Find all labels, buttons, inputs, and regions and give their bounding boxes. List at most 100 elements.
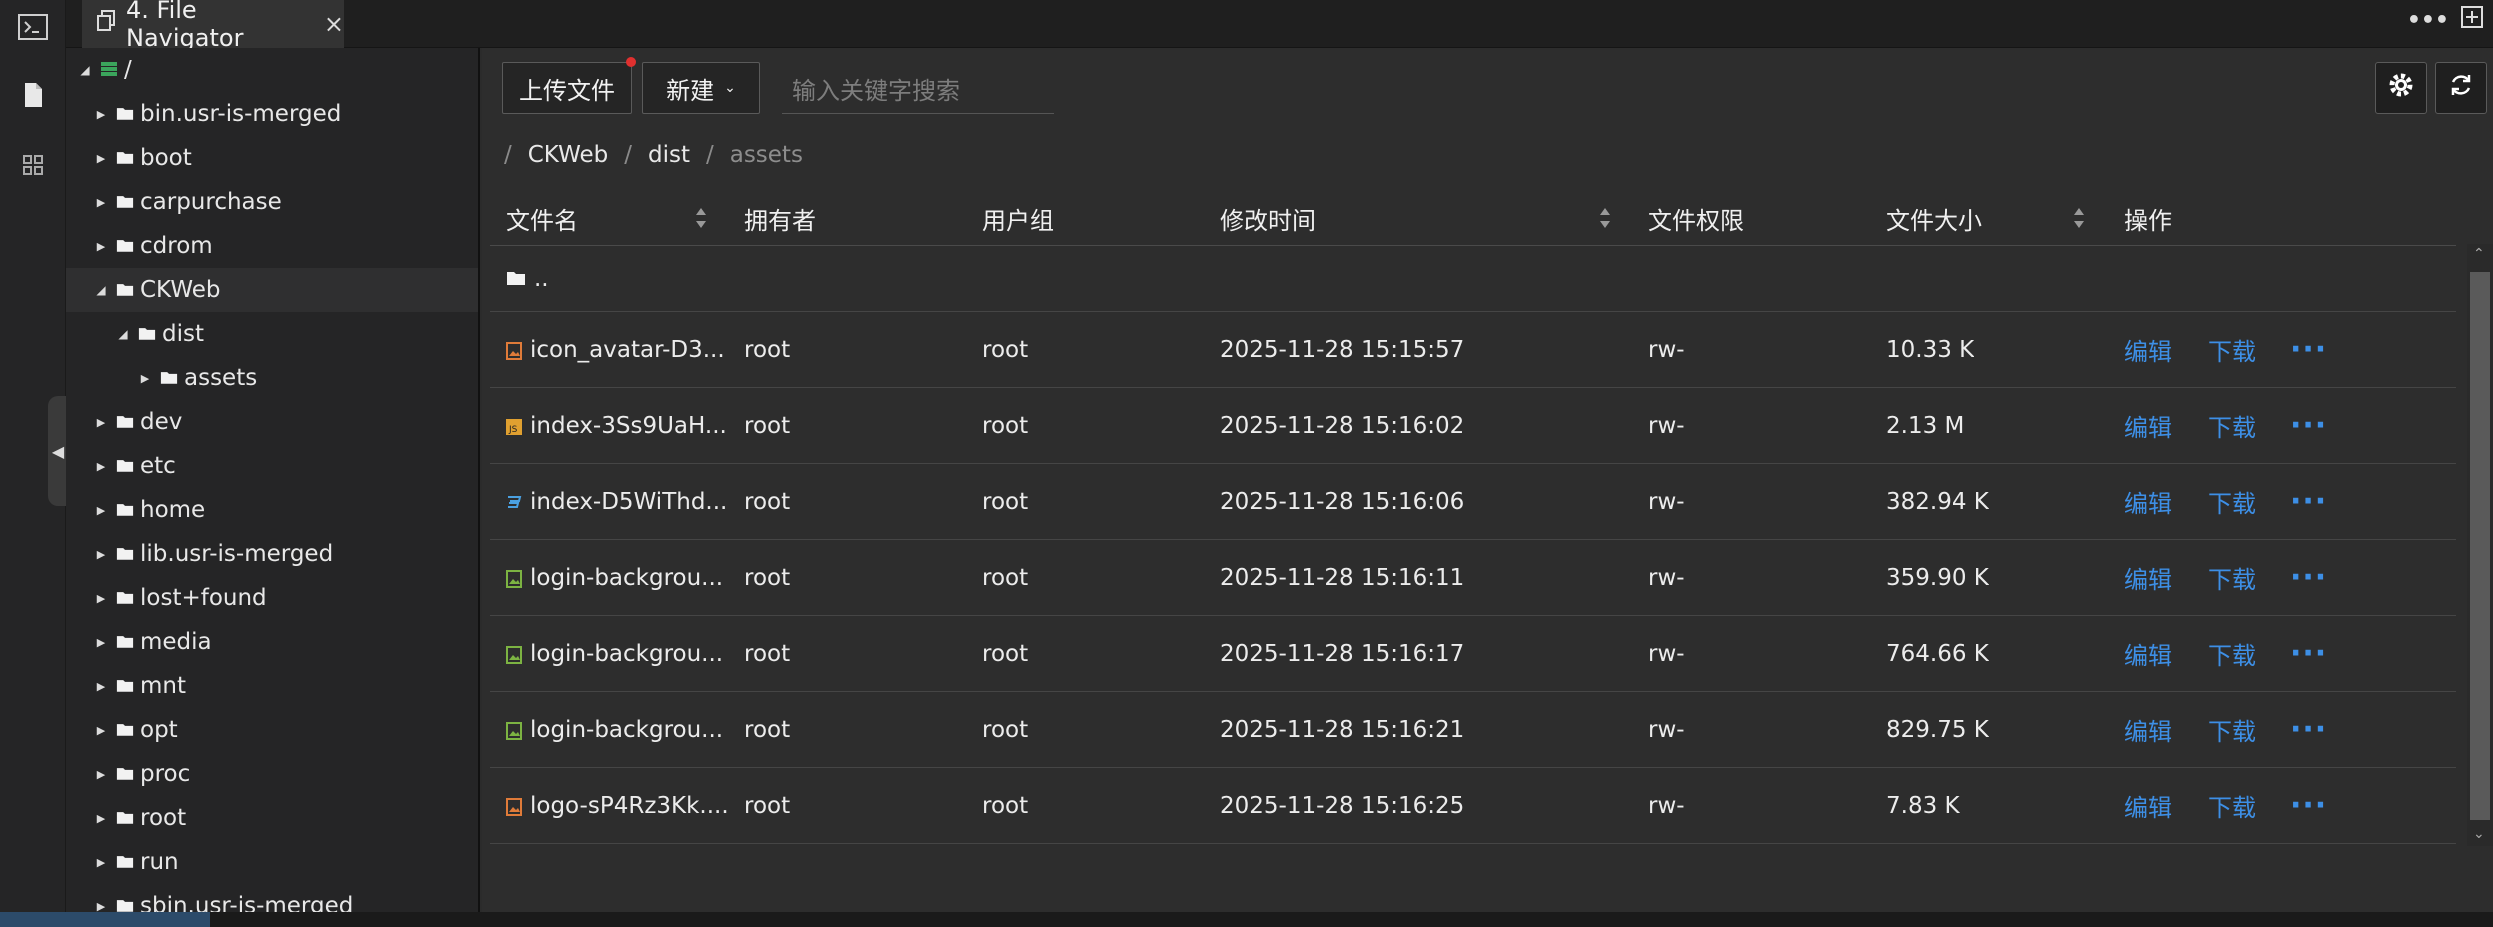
table-row[interactable]: logo-sP4Rz3Kk.... root root 2025-11-28 15:1… xyxy=(490,768,2456,844)
settings-button[interactable] xyxy=(2375,62,2427,114)
breadcrumb-item-ckweb[interactable]: CKWeb xyxy=(528,142,608,168)
edit-link[interactable]: 编辑 xyxy=(2124,312,2172,387)
more-actions-button[interactable]: ··· xyxy=(2290,768,2327,843)
add-tab-icon[interactable] xyxy=(2461,6,2483,34)
collapsed-arrow-icon[interactable]: ▶ xyxy=(92,108,110,121)
download-link[interactable]: 下载 xyxy=(2208,464,2256,539)
file-name[interactable]: login-backgrou... xyxy=(530,641,723,667)
breadcrumb-item-dist[interactable]: dist xyxy=(648,142,690,168)
collapsed-arrow-icon[interactable]: ▶ xyxy=(92,240,110,253)
download-link[interactable]: 下载 xyxy=(2208,388,2256,463)
collapsed-arrow-icon[interactable]: ▶ xyxy=(92,812,110,825)
file-name[interactable]: icon_avatar-D3... xyxy=(530,337,725,363)
scroll-down-icon[interactable]: ⌄ xyxy=(2473,826,2485,842)
download-link[interactable]: 下载 xyxy=(2208,768,2256,843)
download-link[interactable]: 下载 xyxy=(2208,616,2256,691)
tab-file-navigator[interactable]: 4. File Navigator × xyxy=(82,0,344,52)
tree-item[interactable]: ▶ proc xyxy=(66,752,478,796)
scroll-up-icon[interactable]: ⌃ xyxy=(2473,246,2485,262)
file-name[interactable]: index-3Ss9UaH... xyxy=(530,413,727,439)
more-actions-button[interactable]: ··· xyxy=(2290,464,2327,539)
column-header-name[interactable]: 文件名 xyxy=(506,190,578,246)
more-actions-button[interactable]: ··· xyxy=(2290,692,2327,767)
tree-root[interactable]: ◢ / xyxy=(66,48,478,92)
collapsed-arrow-icon[interactable]: ▶ xyxy=(92,460,110,473)
table-row[interactable]: login-backgrou... root root 2025-11-28 15:1… xyxy=(490,692,2456,768)
scrollbar-thumb[interactable] xyxy=(2470,272,2490,820)
collapsed-arrow-icon[interactable]: ▶ xyxy=(92,592,110,605)
download-link[interactable]: 下载 xyxy=(2208,692,2256,767)
edit-link[interactable]: 编辑 xyxy=(2124,540,2172,615)
collapsed-arrow-icon[interactable]: ▶ xyxy=(92,548,110,561)
tree-item[interactable]: ▶ etc xyxy=(66,444,478,488)
sort-icon[interactable] xyxy=(694,206,708,230)
table-row-parent[interactable]: .. xyxy=(490,246,2456,312)
tree-item[interactable]: ▶ cdrom xyxy=(66,224,478,268)
collapsed-arrow-icon[interactable]: ▶ xyxy=(92,196,110,209)
collapsed-arrow-icon[interactable]: ▶ xyxy=(92,856,110,869)
tree-item[interactable]: ▶ assets xyxy=(66,356,478,400)
tree-item[interactable]: ◢ dist xyxy=(66,312,478,356)
expanded-arrow-icon[interactable]: ◢ xyxy=(92,283,110,297)
column-header-size[interactable]: 文件大小 xyxy=(1886,190,1982,246)
download-link[interactable]: 下载 xyxy=(2208,540,2256,615)
search-input[interactable] xyxy=(782,68,1054,114)
collapse-sidebar-handle[interactable]: ◀ xyxy=(48,396,68,506)
close-icon[interactable]: × xyxy=(324,10,344,38)
expanded-arrow-icon[interactable]: ◢ xyxy=(114,327,132,341)
collapsed-arrow-icon[interactable]: ▶ xyxy=(92,152,110,165)
more-actions-button[interactable]: ··· xyxy=(2290,540,2327,615)
collapsed-arrow-icon[interactable]: ▶ xyxy=(92,724,110,737)
table-row[interactable]: icon_avatar-D3... root root 2025-11-28 15:1… xyxy=(490,312,2456,388)
column-header-mtime[interactable]: 修改时间 xyxy=(1220,190,1316,246)
tree-item[interactable]: ▶ carpurchase xyxy=(66,180,478,224)
tree-item[interactable]: ▶ run xyxy=(66,840,478,884)
collapsed-arrow-icon[interactable]: ▶ xyxy=(92,900,110,913)
table-row[interactable]: JS index-3Ss9UaH... root root 2025-11-28 15:… xyxy=(490,388,2456,464)
more-icon[interactable]: ••• xyxy=(2407,8,2449,33)
edit-link[interactable]: 编辑 xyxy=(2124,388,2172,463)
file-name[interactable]: login-backgrou... xyxy=(530,717,723,743)
table-row[interactable]: index-D5WiThd... root root 2025-11-28 15:16… xyxy=(490,464,2456,540)
file-name[interactable]: logo-sP4Rz3Kk.... xyxy=(530,793,729,819)
more-actions-button[interactable]: ··· xyxy=(2290,312,2327,387)
tree-item[interactable]: ▶ opt xyxy=(66,708,478,752)
tree-item[interactable]: ▶ dev xyxy=(66,400,478,444)
file-name[interactable]: index-D5WiThd... xyxy=(530,489,727,515)
tree-item[interactable]: ▶ root xyxy=(66,796,478,840)
collapsed-arrow-icon[interactable]: ▶ xyxy=(92,416,110,429)
collapsed-arrow-icon[interactable]: ▶ xyxy=(92,636,110,649)
sort-icon[interactable] xyxy=(1598,206,1612,230)
refresh-button[interactable] xyxy=(2435,62,2487,114)
edit-link[interactable]: 编辑 xyxy=(2124,464,2172,539)
edit-link[interactable]: 编辑 xyxy=(2124,692,2172,767)
tree-item[interactable]: ▶ lib.usr-is-merged xyxy=(66,532,478,576)
more-actions-button[interactable]: ··· xyxy=(2290,388,2327,463)
tree-item[interactable]: ▶ media xyxy=(66,620,478,664)
collapsed-arrow-icon[interactable]: ▶ xyxy=(92,680,110,693)
sort-icon[interactable] xyxy=(2072,206,2086,230)
tree-item[interactable]: ▶ boot xyxy=(66,136,478,180)
edit-link[interactable]: 编辑 xyxy=(2124,768,2172,843)
collapsed-arrow-icon[interactable]: ▶ xyxy=(92,504,110,517)
more-actions-button[interactable]: ··· xyxy=(2290,616,2327,691)
tree-item[interactable]: ◢ CKWeb xyxy=(66,268,478,312)
table-row[interactable]: login-backgrou... root root 2025-11-28 15:1… xyxy=(490,540,2456,616)
download-link[interactable]: 下载 xyxy=(2208,312,2256,387)
vertical-scrollbar[interactable]: ⌃ ⌄ xyxy=(2467,244,2493,846)
file-icon[interactable] xyxy=(14,76,52,114)
terminal-icon[interactable] xyxy=(14,8,52,46)
collapsed-arrow-icon[interactable]: ▶ xyxy=(136,372,154,385)
new-dropdown-button[interactable]: 新建 ⌄ xyxy=(642,62,760,114)
upload-button[interactable]: 上传文件 xyxy=(502,62,632,114)
tree-item[interactable]: ▶ bin.usr-is-merged xyxy=(66,92,478,136)
edit-link[interactable]: 编辑 xyxy=(2124,616,2172,691)
tree-item[interactable]: ▶ lost+found xyxy=(66,576,478,620)
tree-item[interactable]: ▶ sbin.usr-is-merged xyxy=(66,884,478,912)
file-name[interactable]: login-backgrou... xyxy=(530,565,723,591)
table-row[interactable]: login-backgrou... root root 2025-11-28 15:1… xyxy=(490,616,2456,692)
collapsed-arrow-icon[interactable]: ▶ xyxy=(92,768,110,781)
tree-item[interactable]: ▶ mnt xyxy=(66,664,478,708)
tree-item[interactable]: ▶ home xyxy=(66,488,478,532)
apps-icon[interactable] xyxy=(14,146,52,184)
